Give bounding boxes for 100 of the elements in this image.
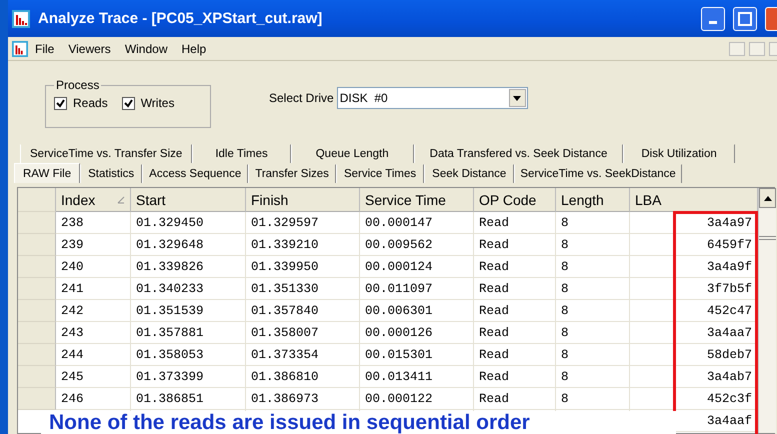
table-cell: Read [474,300,556,322]
table-cell: 8 [556,212,630,234]
row-header[interactable] [18,212,56,234]
table-cell: 8 [556,300,630,322]
checkbox[interactable] [54,96,67,110]
table-cell: 00.011097 [360,278,474,300]
menu-item[interactable]: Window [118,42,174,56]
row-header[interactable] [18,322,56,344]
table-cell: 00.013411 [360,366,474,388]
table-cell: 238 [56,212,131,234]
table-cell: 8 [556,322,630,344]
table-cell: 01.329648 [131,234,246,256]
checkbox[interactable] [122,96,135,110]
table-cell: 8 [556,366,630,388]
table-cell: 00.015301 [360,344,474,366]
tab[interactable]: RAW File [14,163,80,183]
restore-button[interactable] [749,42,765,56]
table-cell: 8 [556,278,630,300]
table-cell: 01.358007 [246,322,360,344]
tab[interactable]: Service Times [336,164,424,183]
table-cell: Read [474,388,556,410]
table-cell: Read [474,234,556,256]
table-cell: Read [474,344,556,366]
tab[interactable]: Statistics [80,164,142,183]
table-cell: 01.373354 [246,344,360,366]
menu-item[interactable]: File [28,42,62,56]
tab[interactable]: Disk Utilization [623,144,735,163]
column-header[interactable]: Length [556,188,630,212]
column-header[interactable]: Index [56,188,131,212]
column-header[interactable]: OP Code [474,188,556,212]
tab[interactable]: Data Transfered vs. Seek Distance [414,144,624,163]
column-header[interactable]: Finish [246,188,360,212]
tab[interactable]: ServiceTime vs. SeekDistance [514,164,682,183]
window-title: Analyze Trace - [PC05_XPStart_cut.raw] [38,10,324,27]
table-cell: 01.358053 [131,344,246,366]
column-header[interactable]: Service Time [360,188,474,212]
tab[interactable]: Queue Length [290,144,414,163]
header-corner[interactable] [18,188,56,212]
row-header[interactable] [18,256,56,278]
tab[interactable]: ServiceTime vs. Transfer Size [20,144,192,163]
app-icon [12,40,28,56]
table-cell: 01.386851 [131,388,246,410]
table-cell: 01.329597 [246,212,360,234]
drive-dropdown[interactable]: DISK #0 [336,87,528,109]
table-cell: Read [474,366,556,388]
app-icon [12,10,30,28]
row-header[interactable] [18,278,56,300]
row-header[interactable] [18,388,56,410]
table-cell: 00.000147 [360,212,474,234]
table-cell: 00.000126 [360,322,474,344]
tab[interactable]: Access Sequence [142,164,248,183]
table-cell: 01.339950 [246,256,360,278]
maximize-icon [738,12,752,26]
table-cell: 00.000124 [360,256,474,278]
row-header[interactable] [18,300,56,322]
table-cell: 01.340233 [131,278,246,300]
table-cell: 243 [56,322,131,344]
table-cell: 01.351539 [131,300,246,322]
table-cell: 01.357840 [246,300,360,322]
row-header[interactable] [18,366,56,388]
scrollbar-thumb[interactable] [759,236,776,240]
menu-item[interactable]: Help [174,42,214,56]
caret-icon [513,96,522,100]
table-cell: 8 [556,388,630,410]
table-cell: 01.386973 [246,388,360,410]
table-cell: 8 [556,234,630,256]
table-cell: 245 [56,366,131,388]
tab[interactable]: Idle Times [192,144,291,163]
table-cell: 242 [56,300,131,322]
table-cell: Read [474,212,556,234]
menu-item[interactable]: Viewers [61,42,118,56]
column-header[interactable]: Start [131,188,246,212]
column-header[interactable]: LBA [630,188,758,212]
table-cell: Read [474,256,556,278]
tab[interactable]: Seek Distance [424,164,514,183]
table-cell: 8 [556,344,630,366]
row-header[interactable] [18,344,56,366]
table-cell: 00.006301 [360,300,474,322]
table-cell: 240 [56,256,131,278]
group-title: Process [55,78,100,92]
table-cell: 01.339210 [246,234,360,256]
table-cell: 241 [56,278,131,300]
scroll-up-button[interactable] [759,188,776,208]
checkbox-label: Writes [140,96,174,110]
table-cell: 01.339826 [131,256,246,278]
table-cell: 01.357881 [131,322,246,344]
table-cell: 00.000122 [360,388,474,410]
caption: None of the reads are issued in sequential order [41,411,676,434]
tab[interactable]: Transfer Sizes [248,164,336,183]
table-cell: 00.009562 [360,234,474,256]
table-cell: 244 [56,344,131,366]
table-cell: Read [474,278,556,300]
table-cell: 246 [56,388,131,410]
sort-icon [117,196,126,204]
up-arrow-icon [764,196,772,200]
table-cell: 01.386810 [246,366,360,388]
maximize-button[interactable] [733,6,757,30]
row-header[interactable] [18,234,56,256]
table-cell: 239 [56,234,131,256]
minimize-icon [709,21,717,24]
